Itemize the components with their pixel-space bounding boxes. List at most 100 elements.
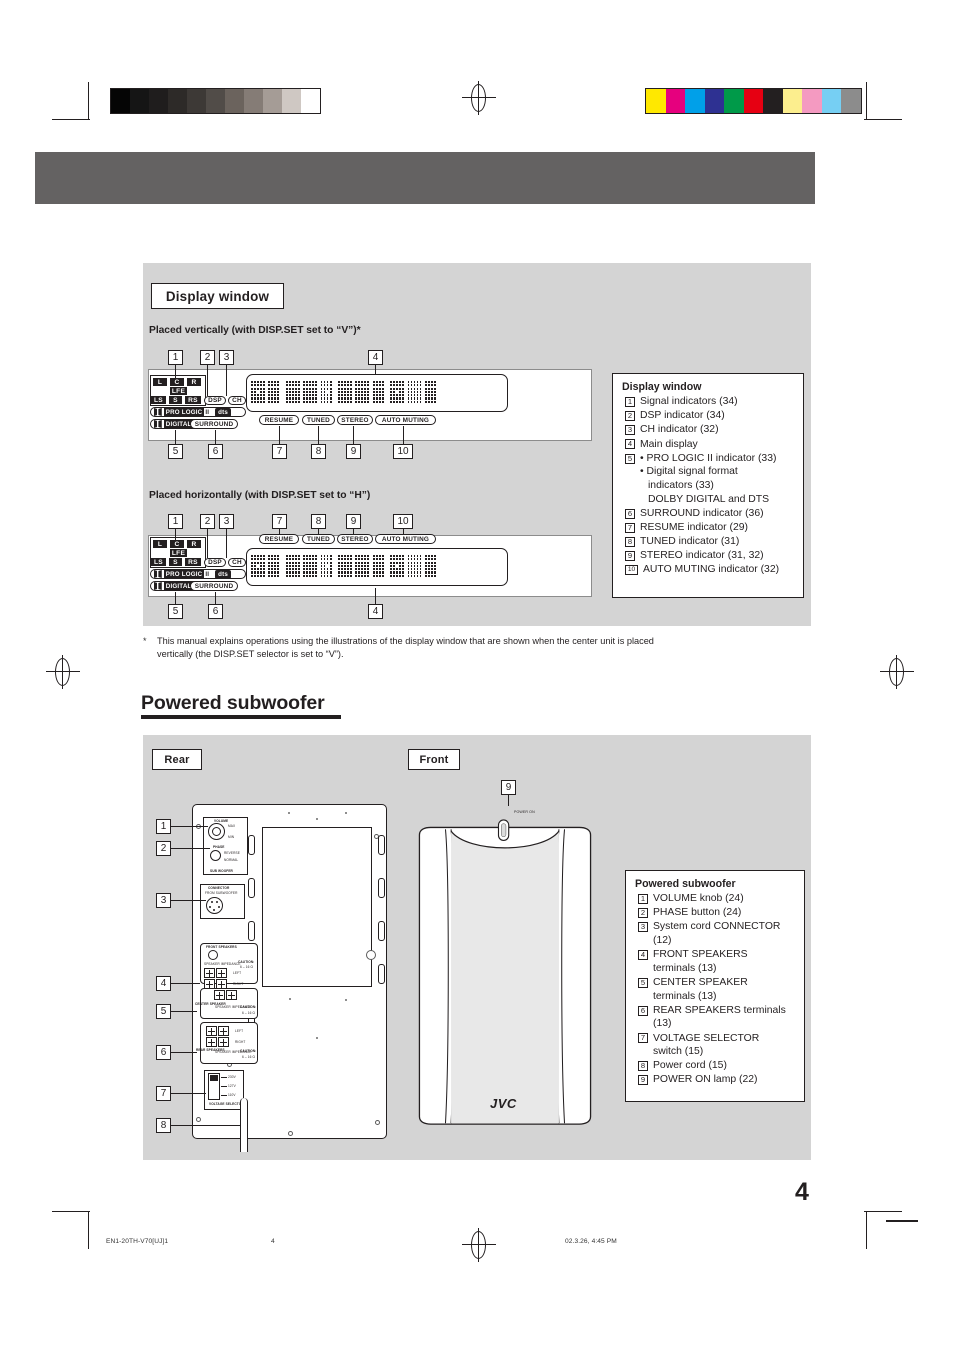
dolby-mark-digital-v [154, 420, 162, 428]
front-left-plus-terminal[interactable] [204, 968, 215, 978]
pro-logic-label-v: PRO LOGIC [163, 407, 205, 417]
resume-indicator-h: RESUME [259, 534, 299, 544]
gray-patch-1 [130, 89, 149, 113]
rear-speaker-terminals[interactable] [206, 1026, 230, 1048]
callout-rear-6-leader [171, 1052, 197, 1054]
ch-indicator-h: CH [228, 558, 246, 567]
key-text-4: FRONT SPEAKERS terminals (13) [653, 948, 796, 975]
volume-max-label: MAX [228, 824, 236, 828]
matrix-cell-6 [355, 555, 370, 579]
key-text-6: SURROUND indicator (36) [640, 507, 795, 521]
front-left-minus-terminal[interactable] [216, 968, 228, 978]
callout-rear-4: 4 [156, 976, 171, 991]
color-patch-2 [685, 89, 705, 113]
volume-min-label: MIN [228, 835, 235, 839]
key-number-9: 9 [625, 551, 635, 562]
center-speaker-terminals[interactable] [214, 990, 238, 1000]
key-text-10: AUTO MUTING indicator (32) [643, 563, 795, 577]
clip-slot-9 [378, 964, 385, 984]
key-item-2: 2 PHASE button (24) [635, 906, 796, 920]
key-bullet: • PRO LOGIC II indicator (33) [640, 452, 777, 464]
gray-patch-0 [111, 89, 130, 113]
key-text-3: System cord CONNECTOR (12) [653, 920, 796, 947]
key-text-4: Main display [640, 438, 795, 452]
display-window-key: Display window 1 Signal indicators (34) 2 D… [612, 373, 804, 598]
front-speaker-terminals[interactable] [204, 968, 228, 990]
matrix-cell-10 [424, 381, 439, 405]
key-continuation-2: DOLBY DIGITAL and DTS [648, 493, 770, 505]
rear-left-plus-terminal[interactable] [206, 1026, 217, 1036]
tuned-indicator-v: TUNED [302, 415, 335, 425]
dolby-mark-digital-h [154, 582, 162, 590]
voltage-selector-label: VOLTAGE SELECTOR [209, 1102, 244, 1106]
phase-button[interactable] [210, 850, 221, 861]
key-line: DSP indicator (34) [640, 410, 725, 422]
rear-right-minus-terminal[interactable] [218, 1037, 230, 1048]
callout-4-horizontal: 4 [368, 604, 383, 619]
volume-knob-inner[interactable] [212, 827, 221, 836]
key-continuation: (13) [653, 1018, 672, 1030]
footer-timestamp: 02.3.26, 4:45 PM [565, 1238, 617, 1245]
callout-5h-leader [175, 592, 177, 604]
rear-left-minus-terminal[interactable] [218, 1026, 230, 1036]
callout-rear-1-leader [171, 826, 208, 828]
key-number-3: 3 [625, 425, 635, 436]
key-number-9: 9 [638, 1075, 648, 1086]
color-patch-10 [841, 89, 861, 113]
callout-rear-3: 3 [156, 893, 171, 908]
key-item-2: 2 DSP indicator (34) [622, 409, 795, 423]
key-item-8: 8 Power cord (15) [635, 1059, 796, 1073]
matrix-cell-3 [303, 555, 318, 579]
subwoofer-key-title: Powered subwoofer [635, 878, 736, 890]
key-line: POWER ON lamp (22) [653, 1074, 758, 1086]
matrix-cell-8 [390, 555, 405, 579]
matrix-cell-5 [337, 381, 352, 405]
auto-muting-indicator-v: AUTO MUTING [375, 415, 436, 425]
key-item-4: 4 FRONT SPEAKERS terminals (13) [635, 948, 796, 975]
key-text-3: CH indicator (32) [640, 423, 795, 437]
vertical-subheading: Placed vertically (with DISP.SET set to … [149, 325, 361, 336]
key-item-5: 5 CENTER SPEAKER terminals (13) [635, 976, 796, 1003]
front-view-label: Front [408, 749, 460, 770]
footnote-marker: * [143, 636, 147, 646]
key-text-8: Power cord (15) [653, 1059, 796, 1073]
callout-5-vertical: 5 [168, 444, 183, 459]
tuned-indicator-h: TUNED [302, 534, 335, 544]
signal-LFE-v: LFE [170, 387, 187, 395]
key-item-1: 1 Signal indicators (34) [622, 395, 795, 409]
key-number-3: 3 [638, 922, 648, 933]
signal-RS-v: RS [185, 396, 201, 404]
key-item-7: 7 RESUME indicator (29) [622, 521, 795, 535]
matrix-cell-1 [268, 555, 282, 579]
callout-2-leader [207, 365, 209, 396]
auto-muting-indicator-h: AUTO MUTING [375, 534, 436, 544]
callout-rear-1: 1 [156, 819, 171, 834]
color-patch-6 [763, 89, 783, 113]
matrix-cell-9 [407, 381, 422, 405]
signal-S-h: S [169, 558, 182, 566]
crop-mark-right-bottom [866, 1211, 867, 1249]
callout-front-9-leader [508, 795, 510, 806]
pro-logic-row-v: PRO LOGIC II dts [150, 407, 246, 417]
callout-7-leader-v [279, 426, 281, 444]
center-minus-terminal[interactable] [226, 990, 238, 1000]
signal-RS-h: RS [185, 558, 201, 566]
callout-10-horizontal: 10 [393, 514, 413, 529]
key-text-5: CENTER SPEAKER terminals (13) [653, 976, 796, 1003]
callout-6-leader-v [215, 430, 217, 444]
voltage-selector-knob[interactable] [210, 1075, 218, 1081]
rear-right-plus-terminal[interactable] [206, 1037, 217, 1048]
signal-LS-v: LS [151, 396, 166, 404]
callout-front-9: 9 [501, 780, 516, 795]
key-number-1: 1 [638, 893, 648, 904]
rear-left-label: LEFT [235, 1029, 244, 1033]
key-number-4: 4 [638, 949, 648, 960]
key-continuation: terminals (13) [653, 962, 717, 974]
center-plus-terminal[interactable] [214, 990, 225, 1000]
power-cord [240, 1098, 248, 1152]
footnote-line-2: vertically (the DISP.SET selector is set… [157, 649, 344, 659]
key-line: PHASE button (24) [653, 907, 742, 919]
display-window-label: Display window [151, 283, 284, 309]
callout-2-vertical: 2 [200, 350, 215, 365]
connector-pin-2 [216, 901, 218, 903]
